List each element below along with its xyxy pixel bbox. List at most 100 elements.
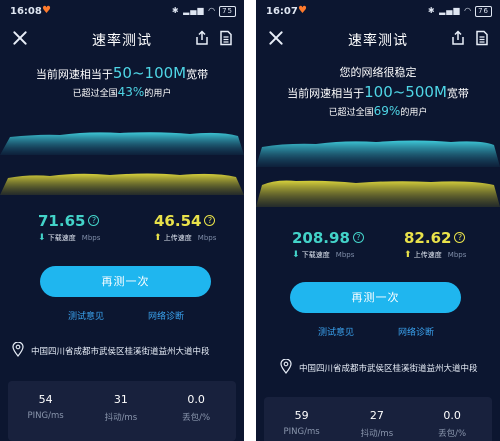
ping-label: PING/ms: [283, 427, 320, 437]
bandwidth-prefix: 当前网速相当于: [35, 68, 113, 81]
stat-packet-loss: 0.0 丢包/%: [158, 393, 233, 423]
upload-speed: 46.54? ⬆ 上传速度 Mbps: [154, 212, 216, 243]
bandwidth-line: 当前网速相当于50~100M宽带: [0, 64, 244, 82]
feedback-link[interactable]: 测试意见: [318, 325, 354, 338]
stats-panel: 59 PING/ms 27 抖动/ms 0.0 丢包/%: [264, 397, 492, 441]
status-time: 16:08: [10, 6, 42, 17]
diagnosis-link[interactable]: 网络诊断: [148, 309, 184, 322]
location-pin-icon: [280, 359, 292, 374]
beat-suffix: 的用户: [144, 89, 172, 99]
upload-unit: Mbps: [447, 251, 467, 259]
diagnosis-link[interactable]: 网络诊断: [398, 325, 434, 338]
location-address: 中国四川省成都市武侯区桂溪街道益州大道中段: [299, 364, 478, 374]
beat-suffix: 的用户: [400, 108, 428, 118]
stat-packet-loss: 0.0 丢包/%: [414, 409, 489, 439]
battery-icon: 76: [475, 6, 492, 17]
download-value: 208.98: [292, 229, 350, 247]
question-icon[interactable]: ?: [204, 215, 216, 226]
bandwidth-line: 当前网速相当于100~500M宽带: [256, 83, 500, 101]
status-bar: 16:07 ♥ ✱ ▂▄▆ ◠ 76: [266, 5, 492, 20]
heart-icon: ♥: [42, 5, 51, 16]
beat-line: 已超过全国43%的用户: [0, 85, 244, 99]
download-speed: 71.65? ⬇ 下载速度 Mbps: [38, 212, 100, 243]
retest-button[interactable]: 再测一次: [290, 282, 461, 313]
beat-percent: 69%: [373, 104, 401, 118]
packet-loss-value: 0.0: [187, 393, 205, 406]
share-icon[interactable]: [450, 30, 466, 46]
download-label: 下载速度: [47, 234, 76, 242]
jitter-value: 27: [369, 409, 384, 422]
upload-arrow-icon: ⬆: [404, 250, 412, 260]
beat-prefix: 已超过全国: [72, 89, 118, 99]
ping-label: PING/ms: [27, 411, 64, 421]
download-wave: [256, 140, 500, 167]
speedtest-screen-right: 16:07 ♥ ✱ ▂▄▆ ◠ 76 速率测试 您的网络很稳定 当前网速相当于10…: [256, 0, 500, 441]
status-icons: ✱ ▂▄▆ ◠ 75: [172, 6, 236, 17]
battery-icon: 75: [219, 6, 236, 17]
share-icon[interactable]: [194, 30, 210, 46]
packet-loss-label: 丢包/%: [182, 413, 211, 423]
stat-jitter: 31 抖动/ms: [83, 393, 158, 423]
signal-icon: ▂▄▆: [439, 6, 461, 15]
document-icon[interactable]: [218, 30, 234, 46]
stat-ping: 59 PING/ms: [264, 409, 339, 437]
download-arrow-icon: ⬇: [292, 250, 300, 260]
question-icon[interactable]: ?: [454, 232, 466, 243]
beat-percent: 43%: [117, 85, 145, 99]
upload-value: 46.54: [154, 212, 202, 230]
upload-wave: [256, 180, 500, 207]
question-icon[interactable]: ?: [88, 215, 100, 226]
bandwidth-suffix: 宽带: [186, 68, 209, 81]
bandwidth-prefix: 当前网速相当于: [287, 87, 365, 100]
download-value: 71.65: [38, 212, 86, 230]
location-address: 中国四川省成都市武侯区桂溪街道益州大道中段: [31, 347, 210, 357]
document-icon[interactable]: [474, 30, 490, 46]
top-bar: 速率测试: [256, 27, 500, 51]
ping-value: 54: [38, 393, 53, 406]
top-bar: 速率测试: [0, 27, 244, 51]
bandwidth-suffix: 宽带: [446, 87, 469, 100]
upload-label: 上传速度: [413, 251, 442, 259]
bandwidth-value: 50~100M: [112, 64, 187, 82]
status-time: 16:07: [266, 6, 298, 17]
packet-loss-value: 0.0: [443, 409, 461, 422]
speed-wave-graph: [0, 132, 244, 195]
bluetooth-icon: ✱: [427, 6, 436, 15]
bandwidth-value: 100~500M: [364, 83, 447, 101]
speedtest-screen-left: 16:08 ♥ ✱ ▂▄▆ ◠ 75 速率测试 当前网速相当于50~100M宽带 …: [0, 0, 244, 441]
status-bar: 16:08 ♥ ✱ ▂▄▆ ◠ 75: [10, 5, 236, 20]
download-label: 下载速度: [301, 251, 330, 259]
result-message: 当前网速相当于50~100M宽带 已超过全国43%的用户: [0, 64, 244, 99]
jitter-value: 31: [113, 393, 128, 406]
upload-label: 上传速度: [163, 234, 192, 242]
stat-ping: 54 PING/ms: [8, 393, 83, 421]
heart-icon: ♥: [298, 5, 307, 16]
ping-value: 59: [294, 409, 309, 422]
upload-wave: [0, 173, 244, 195]
packet-loss-label: 丢包/%: [438, 429, 467, 439]
feedback-link[interactable]: 测试意见: [68, 309, 104, 322]
stat-jitter: 27 抖动/ms: [339, 409, 414, 439]
jitter-label: 抖动/ms: [360, 429, 394, 439]
speed-wave-graph: [256, 140, 500, 207]
download-wave: [0, 132, 244, 155]
download-speed: 208.98? ⬇ 下载速度 Mbps: [292, 229, 364, 260]
status-icons: ✱ ▂▄▆ ◠ 76: [428, 6, 492, 17]
location-pin-icon: [12, 342, 24, 357]
stable-line: 您的网络很稳定: [339, 66, 417, 79]
retest-button[interactable]: 再测一次: [40, 266, 211, 297]
wifi-icon: ◠: [208, 6, 217, 15]
jitter-label: 抖动/ms: [104, 413, 138, 423]
upload-value: 82.62: [404, 229, 452, 247]
download-unit: Mbps: [81, 234, 101, 242]
question-icon[interactable]: ?: [352, 232, 364, 243]
beat-line: 已超过全国69%的用户: [256, 104, 500, 118]
result-message: 您的网络很稳定 当前网速相当于100~500M宽带 已超过全国69%的用户: [256, 64, 500, 118]
wifi-icon: ◠: [464, 6, 473, 15]
download-arrow-icon: ⬇: [38, 233, 46, 243]
bluetooth-icon: ✱: [171, 6, 180, 15]
beat-prefix: 已超过全国: [328, 108, 374, 118]
upload-speed: 82.62? ⬆ 上传速度 Mbps: [404, 229, 466, 260]
upload-arrow-icon: ⬆: [154, 233, 162, 243]
download-unit: Mbps: [335, 251, 355, 259]
